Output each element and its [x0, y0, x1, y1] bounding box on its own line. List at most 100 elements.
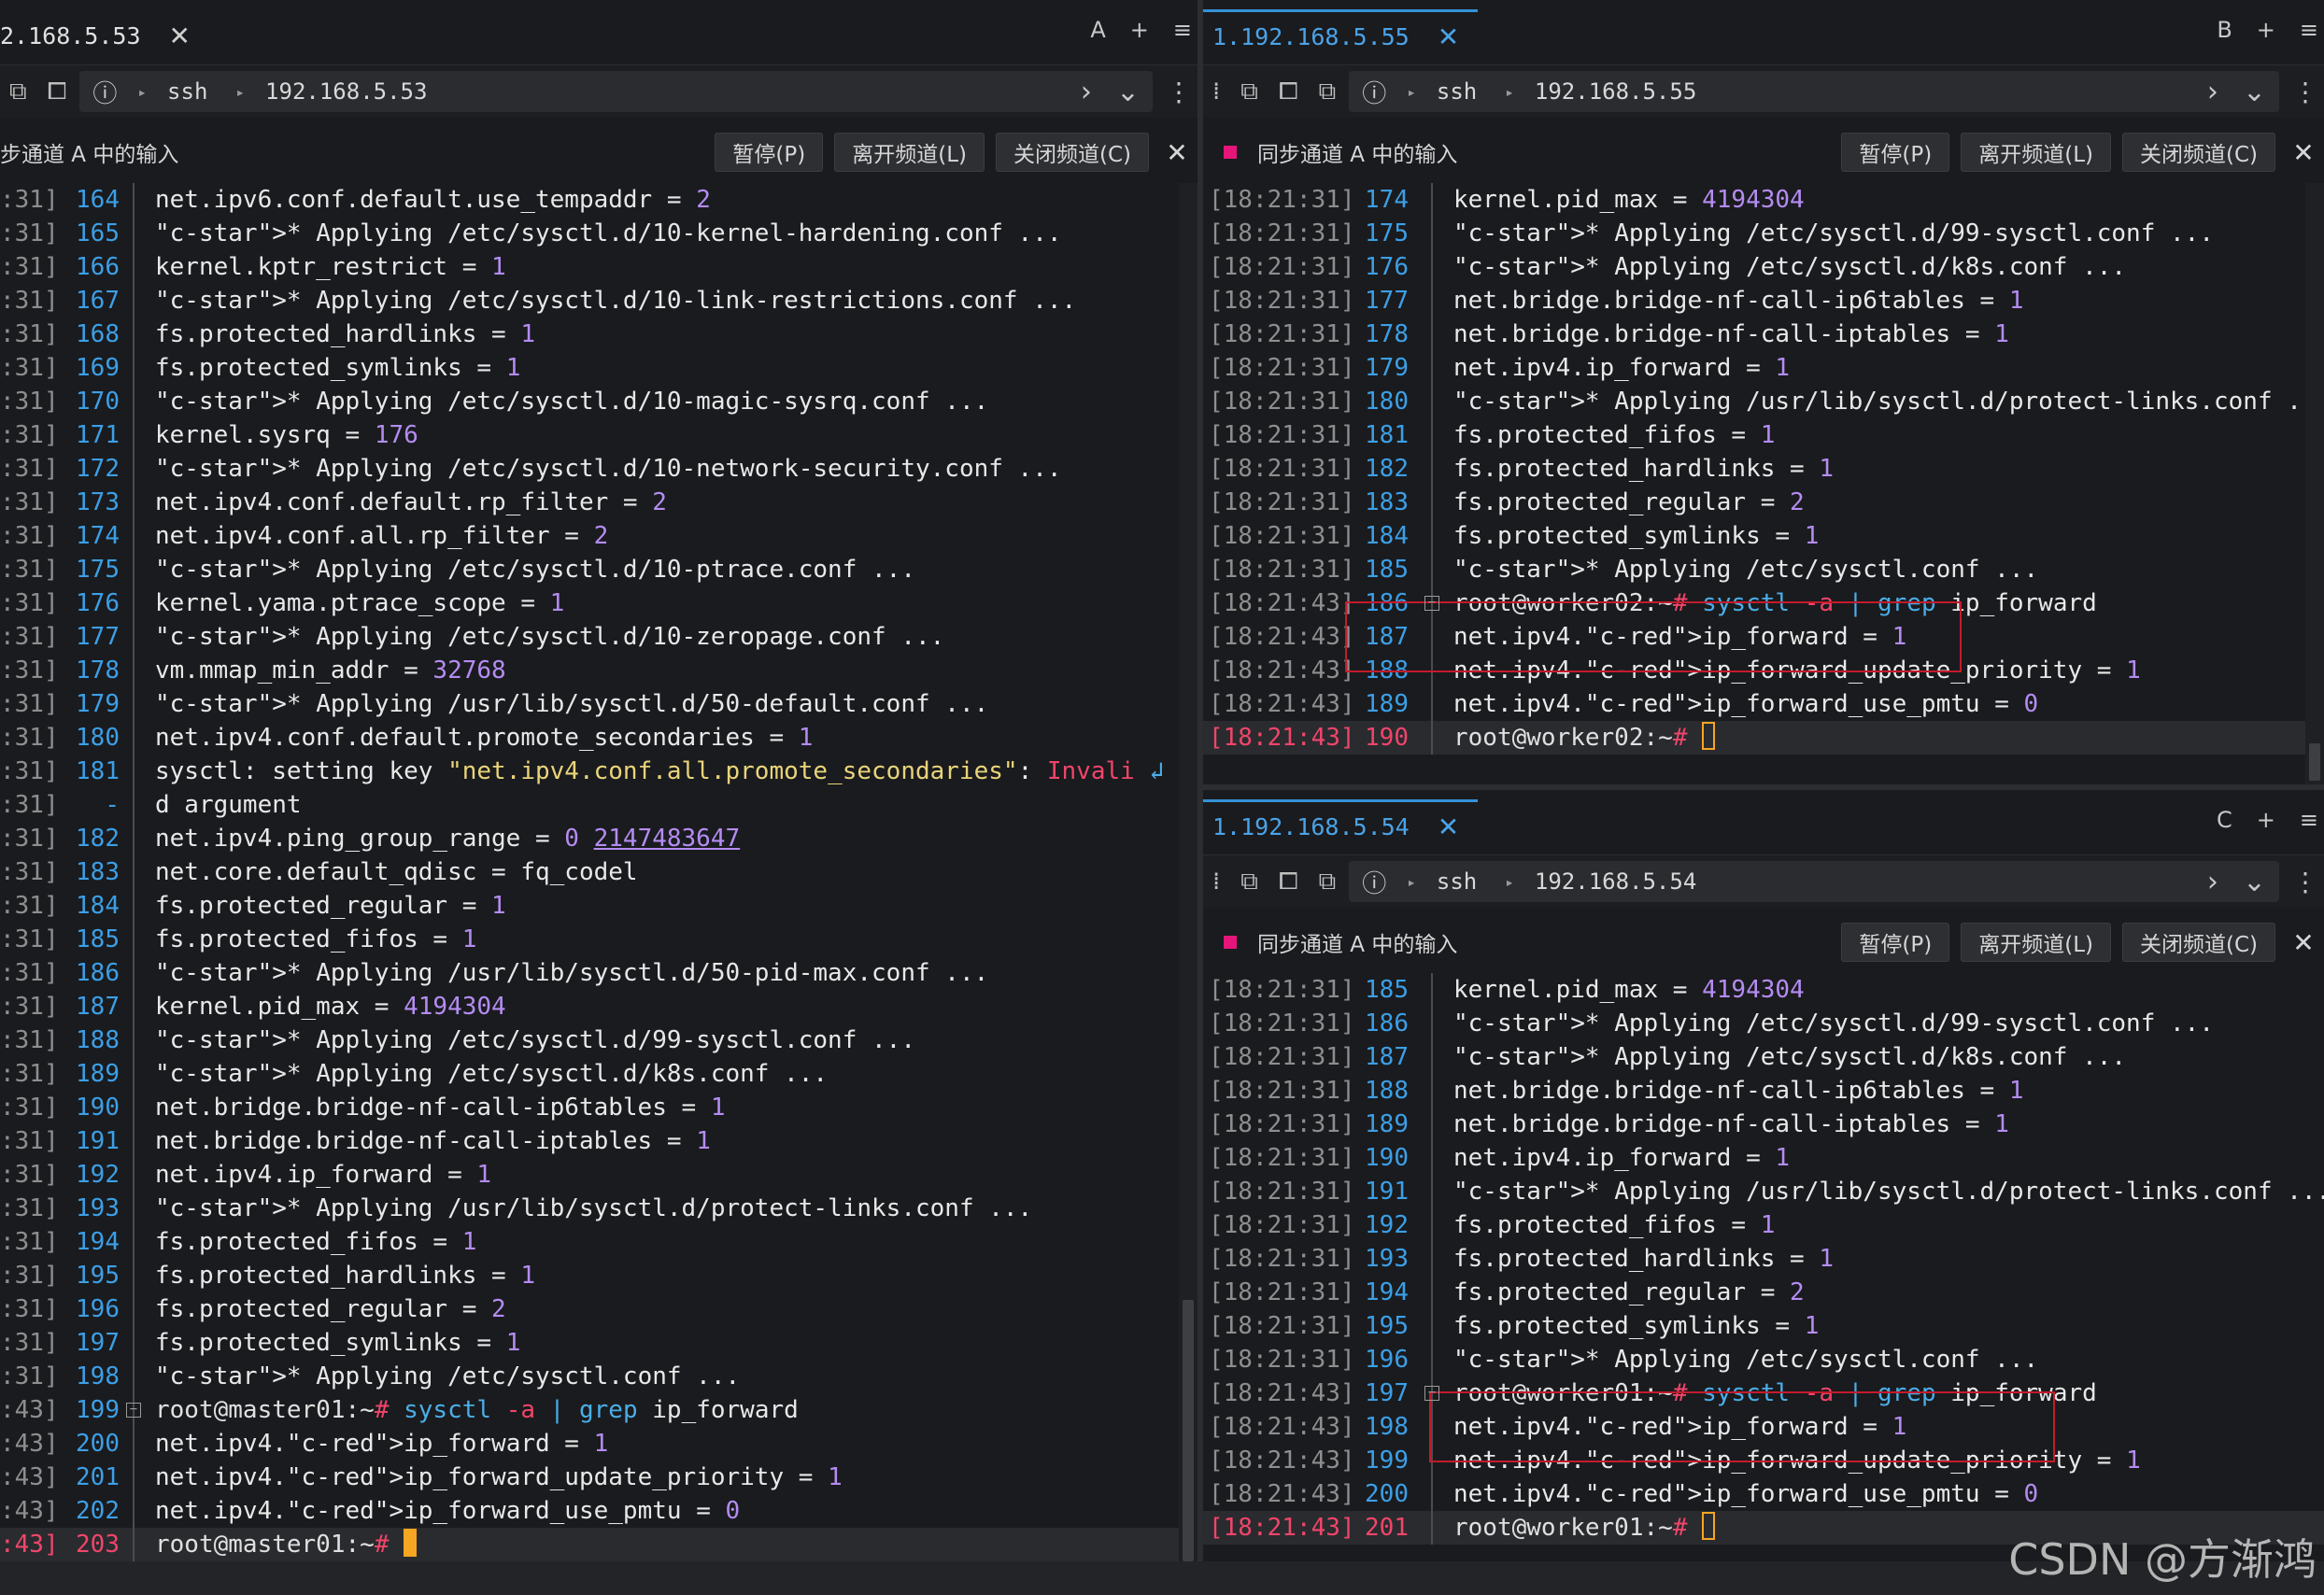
add-tab-icon[interactable]: +	[2257, 17, 2275, 43]
fold-toggle-icon[interactable]: −	[126, 1403, 141, 1418]
line-text: root@worker02:~#	[1453, 721, 1716, 755]
close-channel-button[interactable]: 关闭频道(C)	[995, 133, 1149, 172]
line-text: net.ipv4.conf.default.promote_secondarie…	[155, 724, 814, 752]
leave-channel-button[interactable]: 离开频道(L)	[834, 133, 985, 172]
line-number: 179	[76, 690, 120, 718]
line-number: 177	[76, 623, 120, 651]
close-channel-button[interactable]: 关闭频道(C)	[2121, 133, 2275, 172]
fold-toggle-icon[interactable]: −	[1424, 596, 1439, 611]
add-tab-icon[interactable]: +	[1130, 17, 1149, 43]
terminal-line: [18:21:43] 200 net.ipv4."c-red">ip_forward…	[1203, 1477, 2324, 1511]
breadcrumb-host[interactable]: 192.168.5.54	[1535, 868, 1696, 895]
line-timestamp: :31]	[0, 1228, 59, 1256]
line-number: 194	[1365, 1278, 1409, 1306]
chevron-right-icon[interactable]: ›	[2207, 76, 2218, 108]
pause-button[interactable]: 暂停(P)	[1841, 923, 1950, 962]
menu-icon[interactable]: ≡	[1173, 17, 1192, 43]
detach-icon[interactable]: ⧠	[1279, 78, 1298, 106]
terminal-output[interactable]: [18:21:31] 185 kernel.pid_max = 4194304 [18…	[1203, 973, 2324, 1561]
more-icon[interactable]: ⋮	[2287, 867, 2324, 897]
fold-toggle-icon[interactable]: −	[1424, 1386, 1439, 1401]
line-number: 189	[1365, 1110, 1409, 1138]
line-number: 193	[76, 1194, 120, 1222]
line-number: 185	[76, 925, 120, 953]
line-text: kernel.kptr_restrict = 1	[155, 253, 506, 281]
breadcrumb-host[interactable]: 192.168.5.55	[1535, 78, 1696, 105]
line-number: 190	[1365, 1144, 1409, 1172]
chevron-down-icon[interactable]: ⌄	[2243, 76, 2266, 108]
address-row: ⧉ ⧠ ⓘ ▸ ssh ▸ 192.168.5.53 › ⌄ ⋮	[0, 65, 1197, 118]
menu-icon[interactable]: ≡	[2300, 807, 2318, 833]
drag-handle-icon[interactable]: ⁞	[1212, 868, 1220, 896]
terminal-line: :31] 185 fs.protected_fifos = 1	[0, 923, 1197, 956]
line-number: 200	[76, 1430, 120, 1458]
line-timestamp: :31]	[0, 354, 59, 382]
terminal-line: [18:21:31] 189 net.bridge.bridge-nf-call-i…	[1203, 1108, 2324, 1141]
pause-button[interactable]: 暂停(P)	[715, 133, 824, 172]
close-icon[interactable]: ✕	[2287, 927, 2320, 958]
scrollbar[interactable]	[2305, 183, 2324, 784]
sync-label: 同步通道 A 中的输入	[1257, 933, 1458, 957]
new-tab-icon[interactable]: ⧉	[1240, 868, 1258, 896]
leave-channel-button[interactable]: 离开频道(L)	[1961, 133, 2111, 172]
line-text: net.ipv4.ip_forward = 1	[155, 1161, 492, 1189]
new-tab-icon[interactable]: ⧉	[1240, 78, 1258, 106]
chevron-down-icon[interactable]: ⌄	[2243, 866, 2266, 898]
detach-icon[interactable]: ⧠	[48, 78, 67, 106]
scrollbar[interactable]	[1179, 183, 1197, 1561]
chevron-right-icon[interactable]: ›	[2207, 866, 2218, 898]
terminal-output[interactable]: :31] 164 net.ipv6.conf.default.use_tempadd…	[0, 183, 1197, 1561]
line-number: 176	[76, 589, 120, 617]
terminal-line: [18:21:31] 193 fs.protected_hardlinks = 1	[1203, 1242, 2324, 1276]
chevron-right-icon[interactable]: ›	[1081, 76, 1092, 108]
close-icon[interactable]: ✕	[1438, 812, 1459, 842]
text-cursor	[404, 1529, 418, 1557]
close-icon[interactable]: ✕	[169, 21, 191, 51]
tab-bar: 1.192.168.5.55 ✕ B + ≡	[1203, 0, 2324, 65]
more-icon[interactable]: ⋮	[1160, 77, 1197, 107]
line-number: 175	[1365, 219, 1409, 247]
info-icon[interactable]: ⓘ	[1362, 865, 1386, 899]
add-tab-icon[interactable]: +	[2257, 807, 2275, 833]
drag-handle-icon[interactable]: ⁞	[1212, 78, 1220, 106]
breadcrumb-protocol[interactable]: ssh	[1437, 868, 1477, 895]
tab-worker02[interactable]: 1.192.168.5.55 ✕	[1203, 9, 1479, 62]
terminal-line: [18:21:31] 179 net.ipv4.ip_forward = 1	[1203, 351, 2324, 385]
tab-master01[interactable]: 2.168.5.53 ✕	[0, 9, 209, 62]
close-icon[interactable]: ✕	[1160, 137, 1194, 168]
terminal-line: :43] 203 root@master01:~#	[0, 1528, 1197, 1561]
line-timestamp: :31]	[0, 925, 59, 953]
tab-worker01[interactable]: 1.192.168.5.54 ✕	[1203, 799, 1479, 852]
pause-button[interactable]: 暂停(P)	[1841, 133, 1950, 172]
close-icon[interactable]: ✕	[1438, 21, 1459, 52]
breadcrumb-host[interactable]: 192.168.5.53	[265, 78, 427, 105]
breadcrumb-separator-icon: ▸	[1505, 82, 1514, 101]
close-icon[interactable]: ✕	[2287, 137, 2320, 168]
detach-icon[interactable]: ⧠	[1279, 868, 1298, 896]
address-bar[interactable]: ⓘ ▸ ssh ▸ 192.168.5.55 › ⌄	[1349, 71, 2279, 112]
terminal-line: [18:21:31] 176 "c-star">* Applying /etc/sy…	[1203, 250, 2324, 284]
info-icon[interactable]: ⓘ	[1362, 75, 1386, 109]
duplicate-icon[interactable]: ⧉	[1319, 78, 1337, 106]
line-number: 182	[76, 825, 120, 853]
line-text: "c-star">* Applying /etc/sysctl.d/10-mag…	[155, 388, 989, 416]
close-channel-button[interactable]: 关闭频道(C)	[2121, 923, 2275, 962]
line-number: 193	[1365, 1245, 1409, 1273]
info-icon[interactable]: ⓘ	[92, 75, 117, 109]
chevron-down-icon[interactable]: ⌄	[1116, 76, 1140, 108]
address-bar[interactable]: ⓘ ▸ ssh ▸ 192.168.5.54 › ⌄	[1349, 861, 2279, 902]
new-tab-icon[interactable]: ⧉	[9, 78, 27, 106]
leave-channel-button[interactable]: 离开频道(L)	[1961, 923, 2111, 962]
more-icon[interactable]: ⋮	[2287, 77, 2324, 107]
line-timestamp: :31]	[0, 421, 59, 449]
line-number: 195	[1365, 1312, 1409, 1340]
terminal-line: :31] 184 fs.protected_regular = 1	[0, 889, 1197, 923]
breadcrumb-protocol[interactable]: ssh	[1437, 78, 1477, 105]
line-number: 195	[76, 1262, 120, 1290]
address-bar[interactable]: ⓘ ▸ ssh ▸ 192.168.5.53 › ⌄	[79, 71, 1153, 112]
terminal-output[interactable]: [18:21:31] 174 kernel.pid_max = 4194304 [18…	[1203, 183, 2324, 784]
line-number: 189	[76, 1060, 120, 1088]
menu-icon[interactable]: ≡	[2300, 17, 2318, 43]
duplicate-icon[interactable]: ⧉	[1319, 868, 1337, 896]
breadcrumb-protocol[interactable]: ssh	[167, 78, 207, 105]
